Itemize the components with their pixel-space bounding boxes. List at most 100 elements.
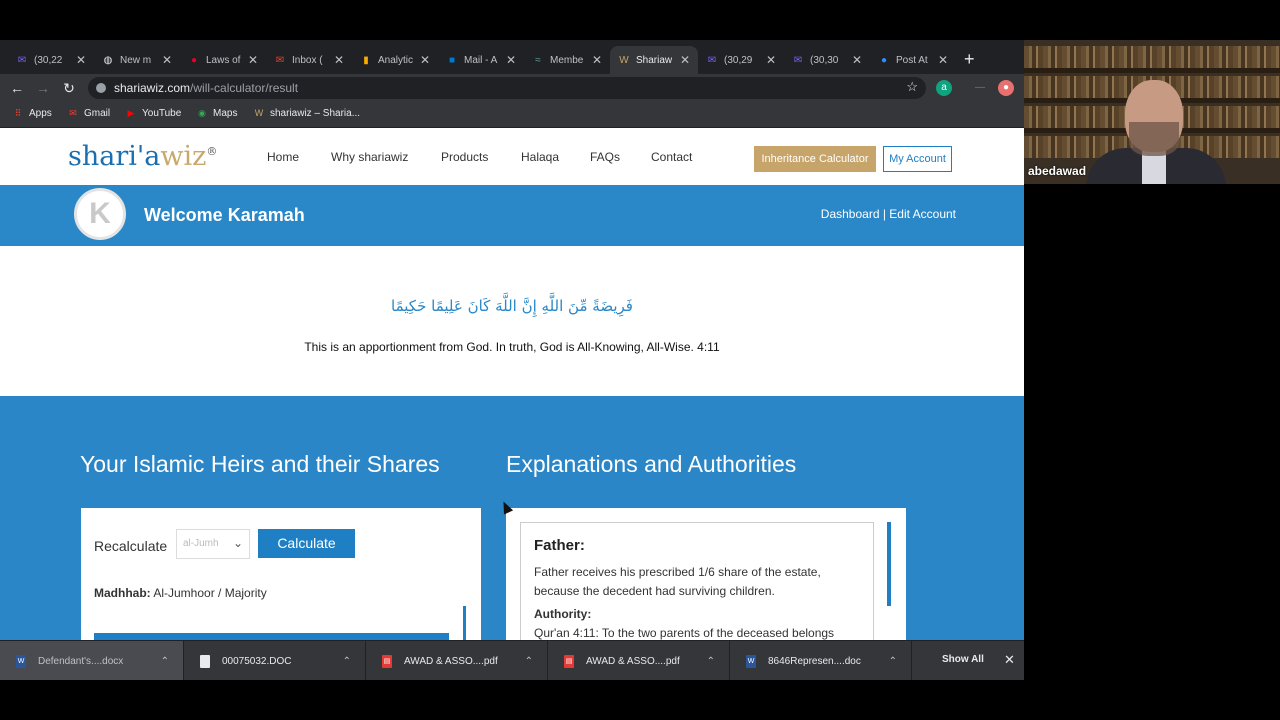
calculate-button[interactable]: Calculate bbox=[258, 529, 355, 558]
page-content: shari'awiz® Home Why shariawiz Products … bbox=[0, 129, 1024, 680]
tab-close-icon[interactable]: ✕ bbox=[162, 53, 172, 67]
tab-4[interactable]: ✉ Inbox ( ✕ bbox=[266, 46, 352, 74]
madhhab-info: Madhhab: Al-Jumhoor / Majority bbox=[94, 586, 267, 600]
maps-pin-icon: ◉ bbox=[198, 107, 206, 118]
site-header: shari'awiz® Home Why shariawiz Products … bbox=[0, 129, 1024, 185]
tab-5[interactable]: ▮ Analytic ✕ bbox=[352, 46, 438, 74]
download-item-1[interactable]: W Defendant's....docx ⌃ bbox=[0, 641, 184, 680]
inheritance-calculator-button[interactable]: Inheritance Calculator bbox=[754, 146, 876, 172]
gmail-icon: ✉ bbox=[69, 107, 77, 118]
tab-close-icon[interactable]: ✕ bbox=[248, 53, 258, 67]
zoom-icon: ● bbox=[880, 54, 888, 66]
close-icon[interactable]: ✕ bbox=[1004, 652, 1015, 668]
new-tab-icon[interactable]: + bbox=[964, 50, 975, 68]
dashboard-edit-account-links[interactable]: Dashboard | Edit Account bbox=[821, 207, 956, 221]
bookmark-star-icon[interactable]: ☆ bbox=[906, 79, 918, 95]
tab-close-icon[interactable]: ✕ bbox=[592, 53, 602, 67]
heirs-title: Your Islamic Heirs and their Shares bbox=[80, 451, 440, 477]
browser-window: ✉ (30,22 ✕ ◍ New m ✕ ● Laws of ✕ ✉ Inbox… bbox=[0, 40, 1024, 680]
recalculate-label: Recalculate bbox=[94, 538, 168, 554]
tab-bar: ✉ (30,22 ✕ ◍ New m ✕ ● Laws of ✕ ✉ Inbox… bbox=[0, 40, 1024, 74]
outlook-icon: ■ bbox=[448, 54, 456, 66]
lock-icon bbox=[96, 83, 106, 93]
purple-mail-icon: ✉ bbox=[17, 54, 27, 66]
tab-close-icon[interactable]: ✕ bbox=[680, 53, 690, 67]
chevron-up-icon[interactable]: ⌃ bbox=[161, 656, 169, 667]
nav-why-shariawiz[interactable]: Why shariawiz bbox=[331, 150, 408, 164]
tab-shariawiz-active[interactable]: W Shariaw ✕ bbox=[610, 46, 698, 74]
tab-close-icon[interactable]: ✕ bbox=[766, 53, 776, 67]
bookmarks-bar: ⠿ Apps ✉ Gmail ▶ YouTube ◉ Maps W sharia… bbox=[0, 102, 1024, 128]
tab-6[interactable]: ■ Mail - A ✕ bbox=[438, 46, 524, 74]
forward-arrow-icon[interactable]: → bbox=[33, 78, 53, 98]
tab-close-icon[interactable]: ✕ bbox=[420, 53, 430, 67]
word-doc-icon: W bbox=[746, 654, 756, 668]
purple-mail-icon: ✉ bbox=[707, 54, 717, 66]
shariawiz-icon: W bbox=[619, 54, 629, 66]
download-bar: W Defendant's....docx ⌃ 00075032.DOC ⌃ ▤… bbox=[0, 640, 1024, 680]
download-item-4[interactable]: ▤ AWAD & ASSO....pdf ⌃ bbox=[548, 641, 730, 680]
nav-home[interactable]: Home bbox=[267, 150, 299, 164]
tab-close-icon[interactable]: ✕ bbox=[938, 53, 948, 67]
pdf-icon: ▤ bbox=[382, 654, 392, 668]
tab-close-icon[interactable]: ✕ bbox=[852, 53, 862, 67]
results-section: Your Islamic Heirs and their Shares Expl… bbox=[0, 396, 1024, 680]
member-icon: ≈ bbox=[535, 54, 541, 66]
bookmark-gmail[interactable]: ✉ Gmail bbox=[67, 107, 110, 119]
chevron-up-icon[interactable]: ⌃ bbox=[707, 656, 715, 667]
authority-text: Qur'an 4:11: To the two parents of the d… bbox=[534, 626, 835, 640]
chevron-up-icon[interactable]: ⌃ bbox=[525, 656, 533, 667]
nav-faqs[interactable]: FAQs bbox=[590, 150, 620, 164]
arabic-verse: فَرِيضَةً مِّنَ اللَّهِ إِنَّ اللَّهَ كَ… bbox=[391, 297, 633, 315]
tab-2[interactable]: ◍ New m ✕ bbox=[94, 46, 180, 74]
youtube-icon: ▶ bbox=[127, 107, 135, 118]
verse-translation: This is an apportionment from God. In tr… bbox=[304, 340, 720, 354]
pinterest-icon: ● bbox=[190, 54, 198, 66]
tab-1[interactable]: ✉ (30,22 ✕ bbox=[8, 46, 94, 74]
profile-icon[interactable]: ● bbox=[998, 80, 1014, 96]
shelf bbox=[1024, 68, 1280, 73]
nav-products[interactable]: Products bbox=[441, 150, 488, 164]
explanations-scrollbar[interactable] bbox=[887, 522, 891, 606]
download-item-3[interactable]: ▤ AWAD & ASSO....pdf ⌃ bbox=[366, 641, 548, 680]
reload-icon[interactable]: ↻ bbox=[59, 78, 79, 98]
extension-a-icon[interactable]: a bbox=[936, 80, 952, 96]
pdf-icon: ▤ bbox=[564, 654, 574, 668]
nav-contact[interactable]: Contact bbox=[651, 150, 692, 164]
chevron-down-icon: ⌄ bbox=[232, 536, 243, 550]
bookmark-shariawiz[interactable]: W shariawiz – Sharia... bbox=[253, 107, 360, 119]
shariawiz-logo[interactable]: shari'awiz® bbox=[68, 141, 217, 172]
tab-11[interactable]: ● Post At ✕ bbox=[870, 46, 956, 74]
tab-10[interactable]: ✉ (30,30 ✕ bbox=[784, 46, 870, 74]
tab-9[interactable]: ✉ (30,29 ✕ bbox=[698, 46, 784, 74]
madhhab-select[interactable]: al-Jumh ⌄ bbox=[176, 529, 250, 559]
bookmark-maps[interactable]: ◉ Maps bbox=[196, 107, 237, 119]
tab-7[interactable]: ≈ Membe ✕ bbox=[524, 46, 610, 74]
tab-3[interactable]: ● Laws of ✕ bbox=[180, 46, 266, 74]
tab-close-icon[interactable]: ✕ bbox=[334, 53, 344, 67]
verse-section: فَرِيضَةً مِّنَ اللَّهِ إِنَّ اللَّهَ كَ… bbox=[0, 246, 1024, 396]
address-bar[interactable]: shariawiz.com/will-calculator/result ☆ bbox=[88, 77, 926, 99]
my-account-button[interactable]: My Account bbox=[883, 146, 952, 172]
chevron-up-icon[interactable]: ⌃ bbox=[343, 656, 351, 667]
download-item-2[interactable]: 00075032.DOC ⌃ bbox=[184, 641, 366, 680]
welcome-banner: K Welcome Karamah Dashboard | Edit Accou… bbox=[0, 185, 1024, 246]
show-all-button[interactable]: Show All bbox=[942, 654, 984, 665]
nav-halaqa[interactable]: Halaqa bbox=[521, 150, 559, 164]
tab-close-icon[interactable]: ✕ bbox=[76, 53, 86, 67]
tab-close-icon[interactable]: ✕ bbox=[506, 53, 516, 67]
authority-label: Authority: bbox=[534, 607, 592, 621]
back-arrow-icon[interactable]: ← bbox=[7, 78, 27, 98]
word-doc-icon: W bbox=[16, 654, 26, 668]
chevron-up-icon[interactable]: ⌃ bbox=[889, 656, 897, 667]
doc-file-icon bbox=[200, 654, 210, 668]
url-host: shariawiz.com bbox=[114, 81, 191, 95]
bookmark-apps[interactable]: ⠿ Apps bbox=[12, 107, 52, 119]
person-beard bbox=[1129, 122, 1179, 156]
download-item-5[interactable]: W 8646Represen....doc ⌃ bbox=[730, 641, 912, 680]
purple-mail-icon: ✉ bbox=[793, 54, 803, 66]
explanations-title: Explanations and Authorities bbox=[506, 451, 797, 477]
extension-bar-icon[interactable]: — bbox=[972, 80, 988, 96]
welcome-heading: Welcome Karamah bbox=[144, 205, 305, 225]
bookmark-youtube[interactable]: ▶ YouTube bbox=[125, 107, 182, 119]
